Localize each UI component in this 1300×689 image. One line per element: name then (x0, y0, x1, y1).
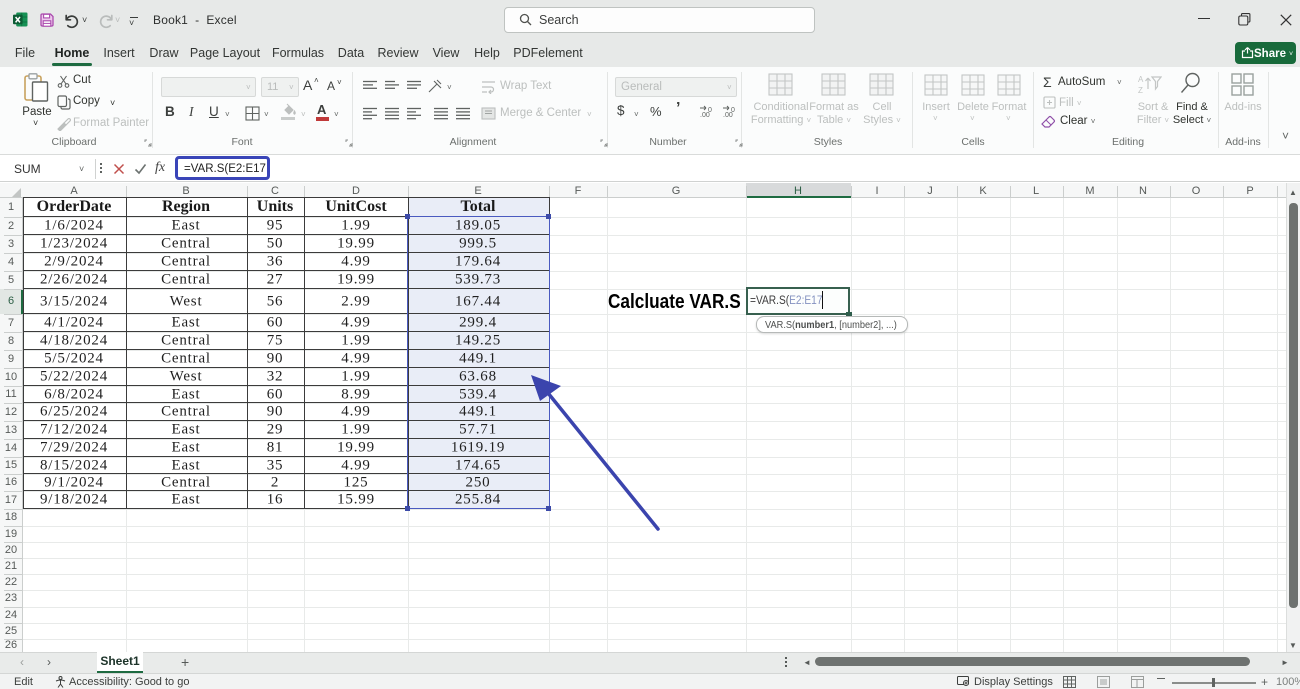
svg-text:0: 0 (731, 107, 735, 114)
svg-text:Z: Z (1138, 86, 1143, 95)
svg-text:A: A (1138, 75, 1144, 84)
svg-text:0: 0 (708, 107, 712, 114)
